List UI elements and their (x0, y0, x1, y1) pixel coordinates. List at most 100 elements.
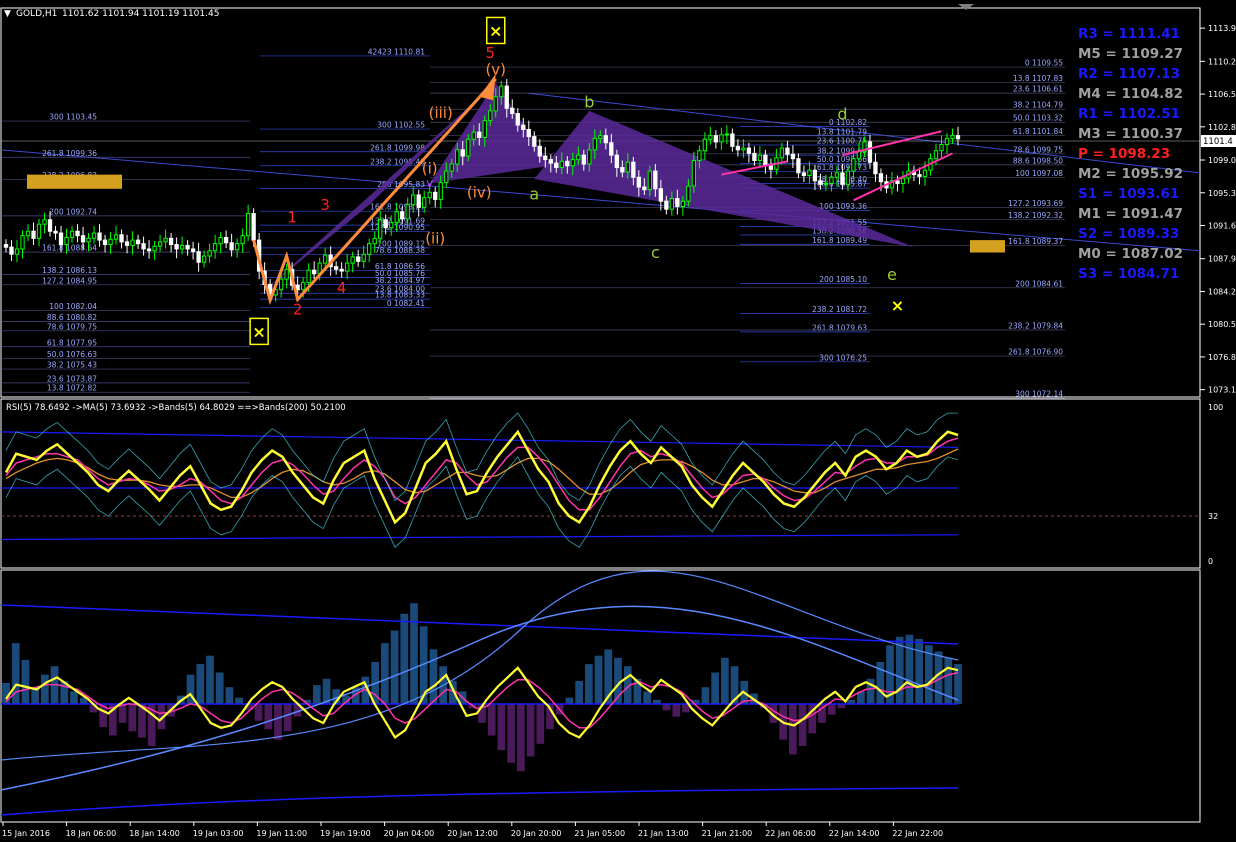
candle-body (873, 161, 878, 175)
candle-body (240, 235, 245, 245)
wave-label-violet: v (426, 176, 433, 190)
wave-label-green: a (529, 184, 539, 203)
candle-body (570, 159, 575, 167)
fib-right-label: 138.2 1092.32 (1008, 211, 1063, 220)
histogram-bar (575, 680, 583, 704)
candle-body (939, 144, 944, 152)
candle-body (411, 194, 416, 206)
pivot-label: S3 = 1084.71 (1078, 266, 1179, 282)
candle-body (801, 172, 807, 177)
candle-body (471, 131, 476, 140)
candle-body (768, 165, 774, 170)
histogram-bar (41, 674, 49, 704)
pivot-label: S1 = 1093.61 (1078, 186, 1179, 202)
candle-body (730, 133, 735, 147)
histogram-bar (487, 704, 496, 736)
fib-mid1-label: 300 1102.55 (377, 121, 425, 130)
candle-body (245, 213, 251, 237)
fib-left-label: 200 1092.74 (49, 207, 97, 216)
candle-body (823, 182, 829, 185)
ohlc-readout: 1101.62 1101.94 1101.19 1101.45 (62, 9, 219, 19)
candle-body (174, 244, 179, 250)
candle-body (900, 177, 906, 184)
candle-body (944, 137, 950, 146)
candle-body (460, 149, 465, 157)
fib-mid1-label: 0 1082.41 (387, 299, 425, 308)
candle-body (218, 236, 223, 245)
candle-body (592, 137, 597, 151)
histogram-bar (70, 691, 78, 704)
time-label: 21 Jan 13:00 (638, 829, 689, 838)
candle-body (537, 145, 542, 157)
current-price-text: 1101.4 (1203, 137, 1233, 147)
histogram-bar (21, 659, 30, 704)
histogram-bar (594, 655, 603, 704)
fib-mid2-label: 100 1093.36 (819, 202, 867, 211)
candle-body (620, 167, 625, 173)
candle-body (785, 147, 790, 155)
fib-right-label: 38.2 1104.79 (1013, 101, 1063, 110)
candle-body (807, 169, 812, 177)
histogram-bar (225, 687, 234, 704)
fib-right-label: 200 1084.61 (1015, 279, 1063, 288)
candle-body (603, 135, 608, 144)
pivot-label: R3 = 1111.41 (1078, 26, 1180, 42)
wave-label-red: 1 (287, 208, 297, 226)
wave-label-red: 4 (337, 279, 347, 297)
candle-body (378, 219, 383, 239)
histogram-bar (264, 704, 273, 730)
histogram-bar (274, 704, 282, 740)
histogram-bar (283, 704, 292, 732)
histogram-bar (507, 704, 515, 763)
candle-body (36, 223, 42, 239)
pivot-label: M2 = 1095.92 (1078, 166, 1183, 182)
histogram-bar (565, 697, 574, 704)
candle-body (840, 172, 845, 185)
fib-right-label: 100 1097.08 (1015, 169, 1063, 178)
candle-body (179, 244, 185, 250)
candle-body (3, 244, 9, 248)
candle-body (752, 152, 757, 161)
candle-body (91, 232, 97, 239)
candle-body (878, 173, 884, 183)
candle-body (97, 232, 102, 241)
fib-left-label: 127.2 1084.95 (42, 276, 97, 285)
fib-left-label: 300 1103.45 (49, 113, 97, 122)
candle-body (25, 230, 31, 237)
wave-label-orange: (iv) (467, 184, 492, 202)
time-label: 21 Jan 21:00 (702, 829, 753, 838)
candle-body (510, 107, 515, 115)
histogram-bar (215, 672, 224, 704)
candle-body (168, 237, 174, 246)
candle-body (515, 113, 520, 126)
candle-body (631, 161, 636, 178)
candle-body (455, 149, 460, 165)
candle-body (350, 256, 355, 264)
wave-label-green: d (837, 105, 847, 124)
histogram-bar (429, 649, 438, 704)
candle-body (658, 188, 663, 202)
candle-body (933, 150, 939, 160)
candle-body (20, 235, 25, 250)
candle-body (306, 269, 311, 284)
histogram-bar (118, 704, 127, 723)
candle-body (53, 230, 58, 234)
histogram-bar (206, 655, 214, 704)
fib-mid1-label: 42423 1110.81 (368, 47, 425, 56)
price-tick-label: 1076.80 (1208, 353, 1236, 362)
candle-body (636, 176, 641, 188)
fib-mid2-label: 161.8 1089.49 (812, 236, 867, 245)
histogram-bar (390, 630, 399, 704)
candle-body (757, 154, 763, 161)
histogram-bar (128, 704, 137, 732)
candle-body (196, 251, 201, 263)
fib-left-label: 13.8 1072.82 (47, 384, 97, 393)
dropdown-arrow-icon[interactable]: ▼ (4, 9, 11, 19)
histogram-bar (31, 689, 39, 704)
candle-body (163, 237, 168, 243)
candle-body (234, 243, 240, 251)
histogram-bar (400, 613, 409, 704)
x-marker-symbol: × (252, 322, 265, 341)
candle-body (917, 174, 922, 177)
candle-body (735, 145, 741, 151)
